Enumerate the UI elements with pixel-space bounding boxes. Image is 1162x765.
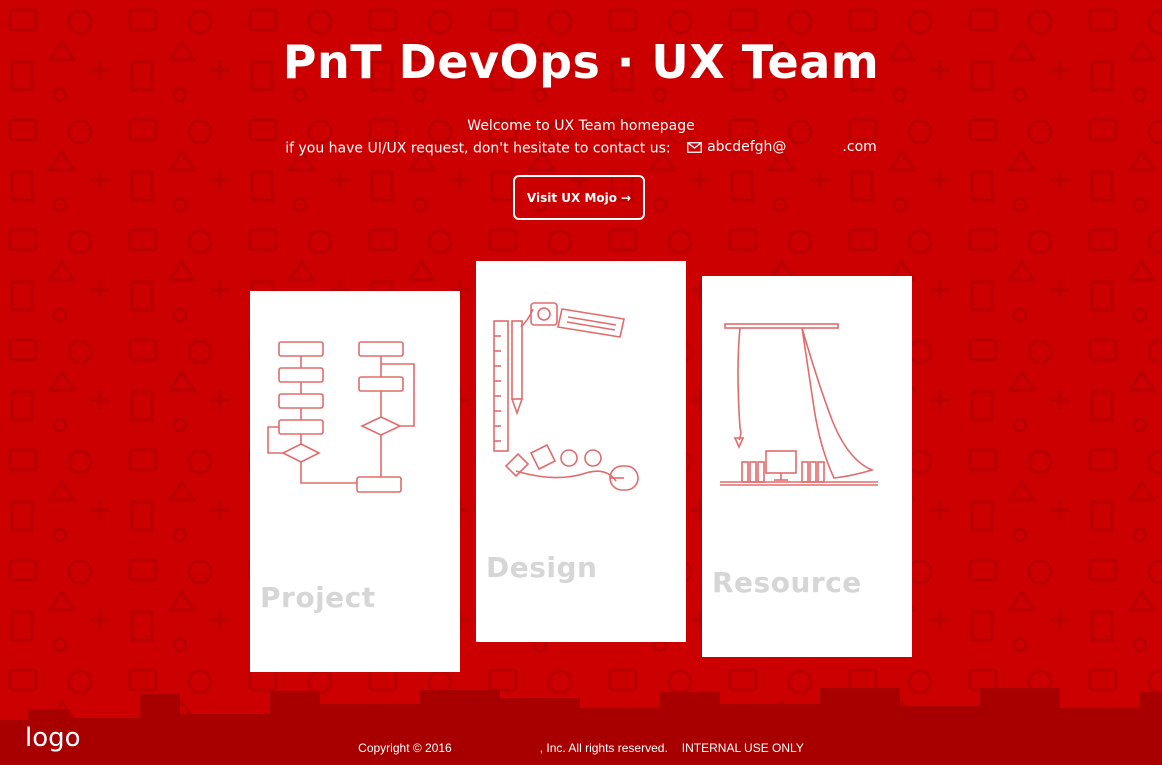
rights-text: , Inc. All rights reserved. (539, 741, 668, 755)
card-label-project: Project (260, 581, 376, 614)
copyright-text: Copyright © 2016 (358, 741, 452, 755)
design-tools-illustration-icon (493, 302, 639, 491)
card-project[interactable]: Project (250, 291, 460, 672)
contact-prompt: if you have UI/UX request, don't hesitat… (285, 140, 671, 157)
contact-email[interactable]: abcdefgh@ .com (687, 137, 877, 157)
resource-room-illustration-icon (720, 323, 878, 486)
contact-line: if you have UI/UX request, don't hesitat… (0, 137, 1162, 159)
email-domain: .com (842, 139, 877, 155)
card-label-design: Design (486, 551, 598, 584)
visit-ux-mojo-label: Visit UX Mojo (526, 190, 617, 205)
page-title: PnT DevOps · UX Team (282, 35, 880, 89)
card-design[interactable]: Design (476, 261, 686, 642)
card-resource[interactable]: Resource (702, 276, 912, 657)
visit-ux-mojo-button[interactable]: Visit UX Mojo → (513, 175, 645, 220)
footer-copyright: Copyright © 2016 , Inc. All rights reserv… (0, 740, 1162, 756)
card-label-resource: Resource (712, 566, 862, 599)
arrow-right-icon: → (621, 190, 632, 205)
welcome-text: Welcome to UX Team homepage (467, 118, 695, 134)
email-user: abcdefgh@ (707, 139, 787, 155)
flowchart-illustration-icon (267, 341, 415, 493)
internal-use-text: INTERNAL USE ONLY (681, 741, 804, 755)
envelope-icon (687, 141, 702, 153)
